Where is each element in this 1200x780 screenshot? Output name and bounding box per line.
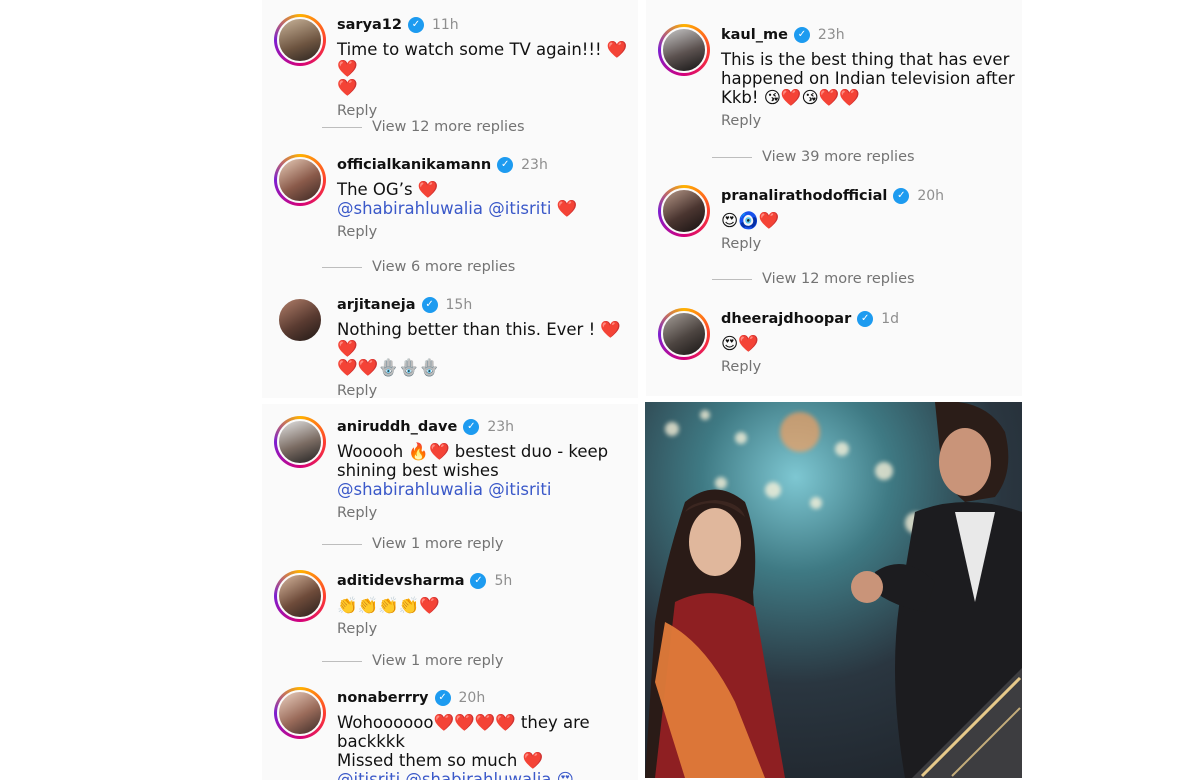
view-more-replies[interactable]: View 39 more replies [712,149,915,165]
timestamp: 20h [917,188,945,204]
woman-figure [645,489,785,778]
bokeh-light [700,410,710,420]
view-more-replies[interactable]: View 1 more reply [322,536,503,552]
comment-text: 👏👏👏👏❤️ [337,596,440,615]
reply-button[interactable]: Reply [721,359,1016,375]
comment-text: Wohoooooo❤️❤️❤️❤️ they are backkkk Missed … [337,713,590,780]
bokeh-light [665,422,679,436]
reply-button[interactable]: Reply [337,103,632,119]
username[interactable]: aditidevsharma [337,573,464,589]
divider [712,278,752,280]
timestamp: 1d [881,311,900,327]
timestamp: 11h [431,17,459,33]
timestamp: 5h [494,573,513,589]
avatar[interactable] [658,308,710,360]
username[interactable]: kaul_me [721,27,788,43]
view-more-replies[interactable]: View 12 more replies [322,119,525,135]
comment-text: Nothing better than this. Ever ! ❤️❤️ ❤️❤… [337,320,621,377]
timestamp: 15h [445,297,473,313]
username[interactable]: sarya12 [337,17,402,33]
divider [322,266,362,268]
avatar[interactable] [274,14,326,66]
reply-button[interactable]: Reply [337,383,632,398]
avatar[interactable] [274,570,326,622]
avatar[interactable] [274,416,326,468]
divider [322,660,362,662]
divider [322,543,362,545]
verified-badge-icon: ✓ [407,17,424,33]
verified-badge-icon: ✓ [497,157,514,173]
avatar[interactable] [658,185,710,237]
verified-badge-icon: ✓ [893,188,910,204]
mention-link[interactable]: @itisriti [488,199,551,218]
reply-button[interactable]: Reply [337,224,632,240]
avatar[interactable] [274,154,326,206]
verified-badge-icon: ✓ [421,297,438,313]
verified-badge-icon: ✓ [470,573,487,589]
verified-badge-icon: ✓ [857,311,874,327]
verified-badge-icon: ✓ [793,27,810,43]
comment-text: 😍🧿❤️ [721,211,780,230]
comment-text: 😍❤️ [721,334,759,353]
avatar[interactable] [274,687,326,739]
mention-link[interactable]: @shabirahluwalia [337,199,483,218]
mention-link[interactable]: @shabirahluwalia [337,480,483,499]
verified-badge-icon: ✓ [434,690,451,706]
comment-text: Time to watch some TV again!!! ❤️❤️ ❤️ [337,40,628,97]
divider [712,156,752,158]
bokeh-light [780,412,820,452]
reply-button[interactable]: Reply [337,505,632,521]
divider [322,126,362,128]
username[interactable]: arjitaneja [337,297,416,313]
avatar[interactable] [274,294,326,346]
timestamp: 23h [521,157,548,173]
mention-link[interactable]: @itisriti [488,480,551,499]
username[interactable]: dheerajdhoopar [721,311,851,327]
timestamp: 23h [817,27,845,43]
username[interactable]: pranalirathodofficial [721,188,887,204]
username[interactable]: aniruddh_dave [337,419,457,435]
verified-badge-icon: ✓ [463,419,480,435]
reply-button[interactable]: Reply [337,621,632,637]
username[interactable]: officialkanikamann [337,157,491,173]
reply-button[interactable]: Reply [721,113,1016,129]
channel-logo-icon [912,668,1022,778]
comment-text: The OG’s ❤️ @shabirahluwalia @itisriti ❤️ [337,180,578,218]
comments-panel-right-top: kaul_me ✓ 23h This is the best thing tha… [646,0,1022,396]
post-photo [645,402,1022,778]
view-more-replies[interactable]: View 1 more reply [322,653,503,669]
view-more-replies[interactable]: View 6 more replies [322,259,515,275]
bokeh-light [735,432,747,444]
avatar[interactable] [658,24,710,76]
comments-panel-left-bottom: aniruddh_dave ✓ 23h Wooooh 🔥❤️ bestest d… [262,404,638,780]
comments-panel-left-top: sarya12 ✓ 11h Time to watch some TV agai… [262,0,638,398]
view-more-replies[interactable]: View 12 more replies [712,271,915,287]
username[interactable]: nonaberrry [337,690,429,706]
timestamp: 20h [458,690,486,706]
timestamp: 23h [487,419,515,435]
reply-button[interactable]: Reply [721,236,1016,252]
comment-text: Wooooh 🔥❤️ bestest duo - keep shining bes… [337,442,609,499]
comment-text: This is the best thing that has ever happ… [721,50,1015,107]
